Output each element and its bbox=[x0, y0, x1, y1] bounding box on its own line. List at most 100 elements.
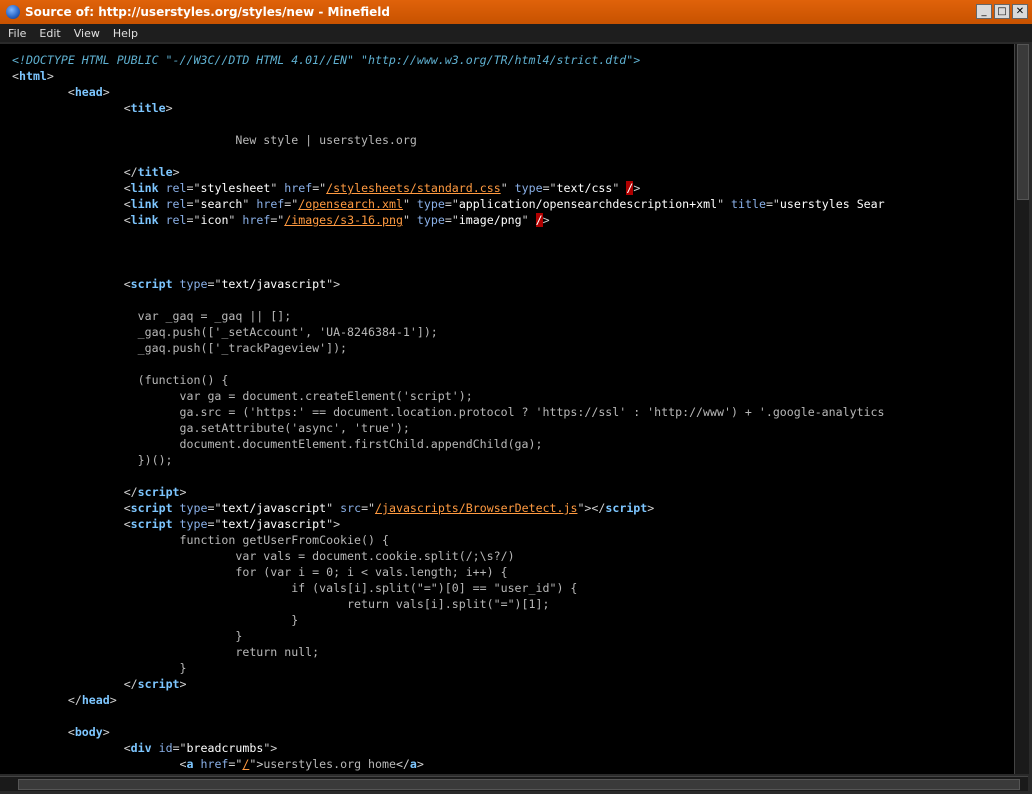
source-token-brk: =" bbox=[361, 501, 376, 515]
source-token-brk: </ bbox=[123, 677, 138, 691]
source-token-txt: return null; bbox=[12, 645, 320, 659]
source-token-brk: " bbox=[228, 213, 243, 227]
source-line: <!DOCTYPE HTML PUBLIC "-//W3C//DTD HTML … bbox=[12, 52, 640, 68]
source-token-val: breadcrumbs bbox=[186, 741, 264, 755]
source-token-brk: =" bbox=[284, 197, 299, 211]
source-token-tag: script bbox=[137, 485, 180, 499]
source-token-brk: " bbox=[242, 197, 257, 211]
source-token-txt bbox=[152, 741, 159, 755]
source-token-brk: "></ bbox=[577, 501, 606, 515]
source-token-brk: > bbox=[542, 213, 550, 227]
source-token-txt: ga.src = ('https:' == document.location.… bbox=[12, 405, 885, 419]
source-token-tag: link bbox=[130, 181, 159, 195]
source-token-brk: > bbox=[416, 757, 424, 771]
source-token-txt: New style | userstyles.org bbox=[12, 133, 417, 147]
source-token-tag: script bbox=[137, 677, 180, 691]
source-token-txt bbox=[12, 517, 124, 531]
source-line: <script type="text/javascript" src="/jav… bbox=[12, 500, 655, 516]
source-token-val: application/opensearchdescription+xml bbox=[458, 197, 718, 211]
source-token-brk: " bbox=[270, 181, 285, 195]
maximize-button[interactable]: □ bbox=[994, 4, 1010, 19]
vertical-scroll-thumb[interactable] bbox=[1017, 44, 1029, 200]
source-token-brk: "> bbox=[326, 517, 341, 531]
source-token-txt: var vals = document.cookie.split(/;\s?/) bbox=[12, 549, 515, 563]
source-token-brk: =" bbox=[186, 197, 201, 211]
source-token-txt bbox=[159, 181, 166, 195]
source-token-txt: userstyles.org home bbox=[263, 757, 396, 771]
source-line: <title> bbox=[12, 100, 173, 116]
source-token-brk: " bbox=[717, 197, 732, 211]
menu-file[interactable]: File bbox=[3, 27, 31, 40]
source-token-brk: < bbox=[123, 277, 131, 291]
title-bar[interactable]: Source of: http://userstyles.org/styles/… bbox=[0, 0, 1032, 24]
source-token-txt bbox=[12, 165, 124, 179]
source-token-val: image/png bbox=[458, 213, 522, 227]
source-token-brk: > bbox=[109, 693, 117, 707]
window-controls: _ □ ✕ bbox=[976, 4, 1028, 19]
source-token-tag: link bbox=[130, 197, 159, 211]
source-token-brk: "> bbox=[263, 741, 278, 755]
source-token-brk: < bbox=[67, 725, 75, 739]
source-token-attr: rel bbox=[165, 197, 187, 211]
source-token-link[interactable]: /stylesheets/standard.css bbox=[326, 181, 501, 195]
source-token-brk: </ bbox=[123, 165, 138, 179]
source-token-link[interactable]: /opensearch.xml bbox=[298, 197, 403, 211]
source-token-txt: ga.setAttribute('async', 'true'); bbox=[12, 421, 410, 435]
source-view[interactable]: <!DOCTYPE HTML PUBLIC "-//W3C//DTD HTML … bbox=[0, 44, 1014, 774]
source-token-tag: title bbox=[137, 165, 173, 179]
close-button[interactable]: ✕ bbox=[1012, 4, 1028, 19]
source-line: <script type="text/javascript"> bbox=[12, 516, 340, 532]
horizontal-scrollbar[interactable] bbox=[0, 776, 1028, 791]
source-token-tag: script bbox=[130, 277, 173, 291]
source-token-brk: > bbox=[102, 85, 110, 99]
source-line: <html> bbox=[12, 68, 54, 84]
minimize-button[interactable]: _ bbox=[976, 4, 992, 19]
source-token-brk: =" bbox=[186, 181, 201, 195]
source-token-brk: =" bbox=[207, 277, 222, 291]
source-token-attr: rel bbox=[165, 213, 187, 227]
source-token-brk: > bbox=[179, 677, 187, 691]
source-line: <head> bbox=[12, 84, 110, 100]
menu-help[interactable]: Help bbox=[108, 27, 143, 40]
source-token-txt bbox=[12, 741, 124, 755]
source-token-attr: href bbox=[256, 197, 285, 211]
source-line: <link rel="icon" href="/images/s3-16.png… bbox=[12, 212, 550, 228]
source-token-txt bbox=[12, 725, 68, 739]
source-token-brk: > bbox=[179, 485, 187, 499]
source-token-val: icon bbox=[200, 213, 229, 227]
source-token-val: search bbox=[200, 197, 243, 211]
source-line: <body> bbox=[12, 724, 110, 740]
horizontal-scroll-thumb[interactable] bbox=[18, 779, 1020, 790]
source-token-tag: a bbox=[409, 757, 417, 771]
source-line: } bbox=[12, 612, 298, 628]
source-line: })(); bbox=[12, 452, 173, 468]
source-token-brk: < bbox=[123, 197, 131, 211]
menu-view[interactable]: View bbox=[69, 27, 105, 40]
source-token-val: text/javascript bbox=[221, 501, 327, 515]
source-token-attr: type bbox=[179, 501, 208, 515]
source-token-brk: </ bbox=[67, 693, 82, 707]
source-token-brk: > bbox=[102, 725, 110, 739]
source-token-link[interactable]: /javascripts/BrowserDetect.js bbox=[375, 501, 577, 515]
source-token-attr: type bbox=[416, 197, 445, 211]
source-token-link[interactable]: /images/s3-16.png bbox=[284, 213, 403, 227]
source-token-brk: =" bbox=[542, 181, 557, 195]
source-token-txt bbox=[12, 501, 124, 515]
source-token-brk: </ bbox=[395, 757, 410, 771]
source-token-brk: </ bbox=[123, 485, 138, 499]
source-token-brk: < bbox=[12, 69, 19, 83]
source-token-tag: body bbox=[74, 725, 103, 739]
source-token-brk: "> bbox=[249, 757, 264, 771]
vertical-scrollbar[interactable] bbox=[1014, 44, 1029, 774]
source-line: <a href="/">userstyles.org home</a> bbox=[12, 756, 424, 772]
menu-edit[interactable]: Edit bbox=[34, 27, 65, 40]
source-token-brk: < bbox=[123, 741, 131, 755]
source-line: ga.setAttribute('async', 'true'); bbox=[12, 420, 410, 436]
source-token-txt: var _gaq = _gaq || []; bbox=[12, 309, 292, 323]
source-token-txt: document.documentElement.firstChild.appe… bbox=[12, 437, 543, 451]
source-token-txt: } bbox=[12, 613, 299, 627]
source-token-attr: id bbox=[158, 741, 173, 755]
source-token-brk: < bbox=[179, 757, 187, 771]
source-token-attr: href bbox=[284, 181, 313, 195]
source-token-tag: script bbox=[130, 517, 173, 531]
